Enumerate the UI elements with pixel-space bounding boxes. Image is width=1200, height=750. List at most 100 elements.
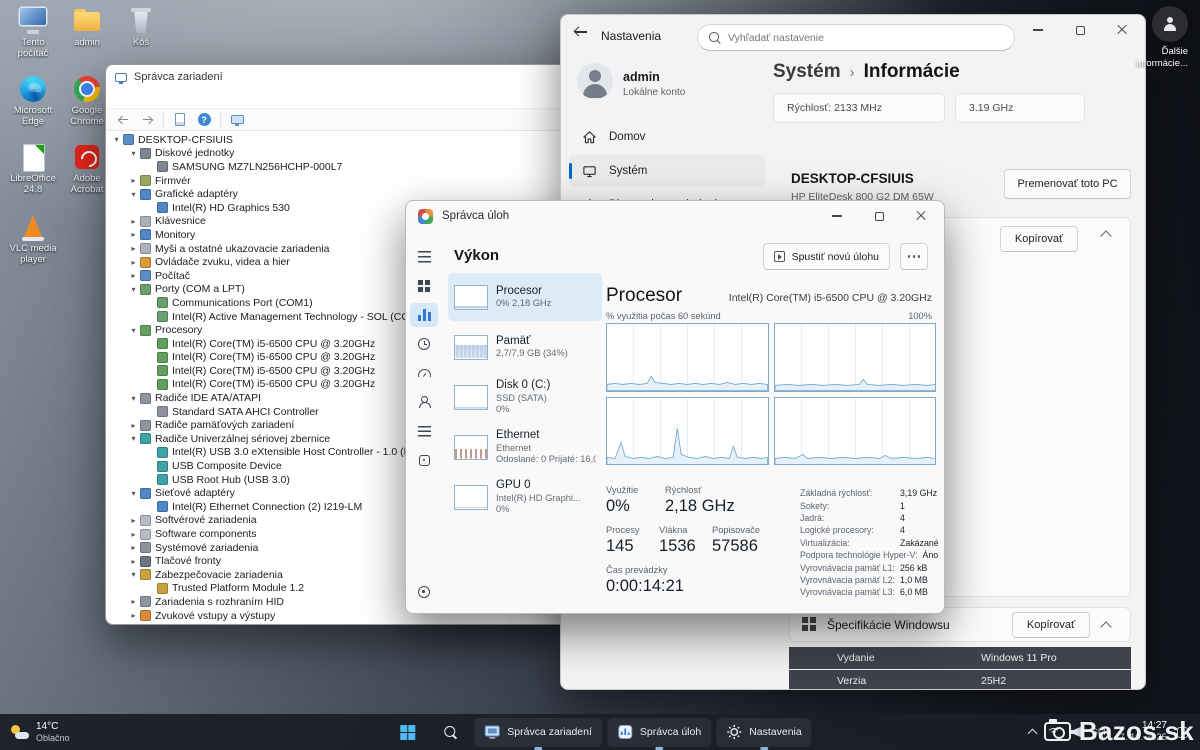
properties-icon[interactable] bbox=[169, 111, 191, 129]
desktop-icon[interactable]: Kôš bbox=[114, 6, 168, 49]
settings-search[interactable] bbox=[697, 24, 1015, 51]
performance-thumbnail-graph bbox=[454, 285, 488, 310]
expand-chevron-icon[interactable]: ▾ bbox=[128, 326, 139, 335]
expand-chevron-icon[interactable]: ▾ bbox=[111, 135, 122, 144]
tray-overflow-chevron-icon[interactable] bbox=[1028, 729, 1038, 739]
more-info-link[interactable]: Ďalšie informácie... bbox=[1122, 46, 1188, 71]
cpu-details-block: Základná rýchlosť: 3,19 GHz Sokety: 1 Ja… bbox=[800, 487, 940, 599]
performance-list-item[interactable]: Pamäť 2,7/7,9 GB (34%) bbox=[448, 323, 602, 371]
copy-button[interactable]: Kopírovať bbox=[1000, 226, 1078, 252]
settings-nav-item[interactable]: Systém bbox=[569, 155, 765, 187]
desktop-icon[interactable]: Tento počítač bbox=[6, 6, 60, 60]
taskbar-app-button[interactable]: Správca zariadení bbox=[474, 718, 602, 747]
users-icon[interactable] bbox=[410, 390, 438, 414]
expand-chevron-icon[interactable]: ▾ bbox=[128, 149, 139, 158]
run-new-task-button[interactable]: Spustiť novú úlohu bbox=[763, 243, 890, 270]
hardware-summary-cards: Rýchlosť: 2133 MHz 3.19 GHz bbox=[773, 93, 1085, 123]
performance-list-item[interactable]: Disk 0 (C:) SSD (SATA) 0% bbox=[448, 373, 602, 421]
expand-chevron-icon[interactable]: ▸ bbox=[128, 176, 139, 185]
cpu-stat: Čas prevádzky 0:00:14:21 bbox=[606, 565, 684, 596]
expand-chevron-icon[interactable]: ▾ bbox=[128, 190, 139, 199]
more-info-badge[interactable] bbox=[1152, 6, 1188, 42]
more-options-button[interactable] bbox=[900, 243, 928, 270]
minimize-button[interactable] bbox=[816, 201, 858, 231]
device-tree-label: Systémové zariadenia bbox=[155, 542, 258, 554]
weather-widget[interactable]: 14°C Oblačno bbox=[0, 714, 80, 750]
device-category-icon bbox=[140, 610, 151, 621]
desktop-icon[interactable]: VLC media player bbox=[6, 212, 60, 266]
processes-icon[interactable] bbox=[410, 274, 438, 298]
startup-apps-icon[interactable] bbox=[410, 361, 438, 385]
taskbar-app-button[interactable]: Správca úloh bbox=[607, 718, 711, 747]
taskbar-app-button[interactable]: Nastavenia bbox=[716, 718, 812, 747]
device-tree-item[interactable]: ▾ DESKTOP-CFSIUIS bbox=[106, 133, 566, 147]
close-button[interactable] bbox=[1101, 15, 1143, 45]
desktop-icon[interactable]: LibreOffice 24.8 bbox=[6, 142, 60, 196]
windows-spec-row: Verzia 25H2 bbox=[789, 670, 1131, 690]
expand-chevron-icon[interactable]: ▸ bbox=[128, 543, 139, 552]
expand-chevron-icon[interactable]: ▾ bbox=[128, 285, 139, 294]
menu-icon[interactable] bbox=[410, 245, 438, 269]
performance-list-item[interactable]: Ethernet Ethernet Odoslané: 0 Prijaté: 1… bbox=[448, 423, 602, 471]
settings-nav-item[interactable]: Domov bbox=[569, 121, 765, 153]
desktop-icon-label: Kôš bbox=[114, 38, 168, 49]
expand-chevron-icon[interactable]: ▸ bbox=[128, 258, 139, 267]
menu-item[interactable] bbox=[138, 97, 152, 101]
cpu-graph-panel bbox=[606, 323, 769, 392]
copy-button[interactable]: Kopírovať bbox=[1012, 612, 1090, 638]
performance-list-item[interactable]: GPU 0 Intel(R) HD Graphi... 0% bbox=[448, 473, 602, 521]
maximize-button[interactable] bbox=[858, 201, 900, 231]
details-icon[interactable] bbox=[410, 419, 438, 443]
device-tree-item[interactable]: ▾ Grafické adaptéry bbox=[106, 187, 566, 201]
device-tree-item[interactable]: ▸ Firmvér bbox=[106, 174, 566, 188]
breadcrumb-root[interactable]: Systém bbox=[773, 61, 841, 83]
search-input[interactable] bbox=[728, 32, 1003, 44]
expand-chevron-icon[interactable]: ▾ bbox=[128, 570, 139, 579]
expand-chevron-icon[interactable]: ▸ bbox=[128, 421, 139, 430]
expand-chevron-icon[interactable]: ▸ bbox=[128, 597, 139, 606]
desktop-icon[interactable]: Microsoft Edge bbox=[6, 74, 60, 128]
device-tree-item[interactable]: SAMSUNG MZ7LN256HCHP-000L7 bbox=[106, 160, 566, 174]
collapse-chevron-icon[interactable] bbox=[1100, 230, 1111, 241]
expand-chevron-icon[interactable]: ▸ bbox=[128, 230, 139, 239]
device-tree-label: Intel(R) Core(TM) i5-6500 CPU @ 3.20GHz bbox=[172, 378, 375, 390]
expand-chevron-icon[interactable]: ▸ bbox=[128, 244, 139, 253]
scan-hardware-icon[interactable] bbox=[226, 111, 248, 129]
expand-chevron-icon[interactable]: ▾ bbox=[128, 394, 139, 403]
expand-chevron-icon[interactable]: ▸ bbox=[128, 271, 139, 280]
performance-list-item[interactable]: Procesor 0% 2,18 GHz bbox=[448, 273, 602, 321]
device-tree-label: DESKTOP-CFSIUIS bbox=[138, 134, 233, 146]
performance-item-name: Disk 0 (C:) bbox=[496, 378, 550, 392]
desktop-icon[interactable]: admin bbox=[60, 6, 114, 49]
expand-chevron-icon[interactable]: ▸ bbox=[128, 557, 139, 566]
device-category-icon bbox=[140, 488, 151, 499]
minimize-button[interactable] bbox=[1017, 15, 1059, 45]
expand-chevron-icon[interactable]: ▾ bbox=[128, 489, 139, 498]
menu-item[interactable] bbox=[152, 97, 166, 101]
menu-item[interactable] bbox=[124, 97, 138, 101]
expand-chevron-icon[interactable]: ▸ bbox=[128, 516, 139, 525]
back-button[interactable] bbox=[575, 26, 587, 38]
expand-chevron-icon[interactable]: ▸ bbox=[128, 611, 139, 620]
toolbar-divider bbox=[220, 113, 221, 127]
performance-icon[interactable] bbox=[410, 303, 438, 327]
app-history-icon[interactable] bbox=[410, 332, 438, 356]
cpu-detail-label: Základná rýchlosť: bbox=[800, 488, 900, 498]
maximize-button[interactable] bbox=[1059, 15, 1101, 45]
device-tree-item[interactable]: ▾ Diskové jednotky bbox=[106, 147, 566, 161]
menu-item[interactable] bbox=[110, 97, 124, 101]
expand-chevron-icon[interactable]: ▾ bbox=[128, 434, 139, 443]
settings-gear-icon[interactable] bbox=[410, 580, 438, 604]
collapse-chevron-icon[interactable] bbox=[1100, 621, 1111, 632]
info-card: 3.19 GHz bbox=[955, 93, 1085, 123]
taskbar-search-button[interactable] bbox=[431, 718, 469, 747]
back-icon[interactable] bbox=[112, 111, 134, 129]
forward-icon[interactable] bbox=[136, 111, 158, 129]
rename-pc-button[interactable]: Premenovať toto PC bbox=[1004, 169, 1131, 199]
services-icon[interactable] bbox=[410, 448, 438, 472]
start-button[interactable] bbox=[388, 718, 426, 747]
expand-chevron-icon[interactable]: ▸ bbox=[128, 530, 139, 539]
close-button[interactable] bbox=[900, 201, 942, 231]
help-icon[interactable] bbox=[193, 111, 215, 129]
expand-chevron-icon[interactable]: ▸ bbox=[128, 217, 139, 226]
